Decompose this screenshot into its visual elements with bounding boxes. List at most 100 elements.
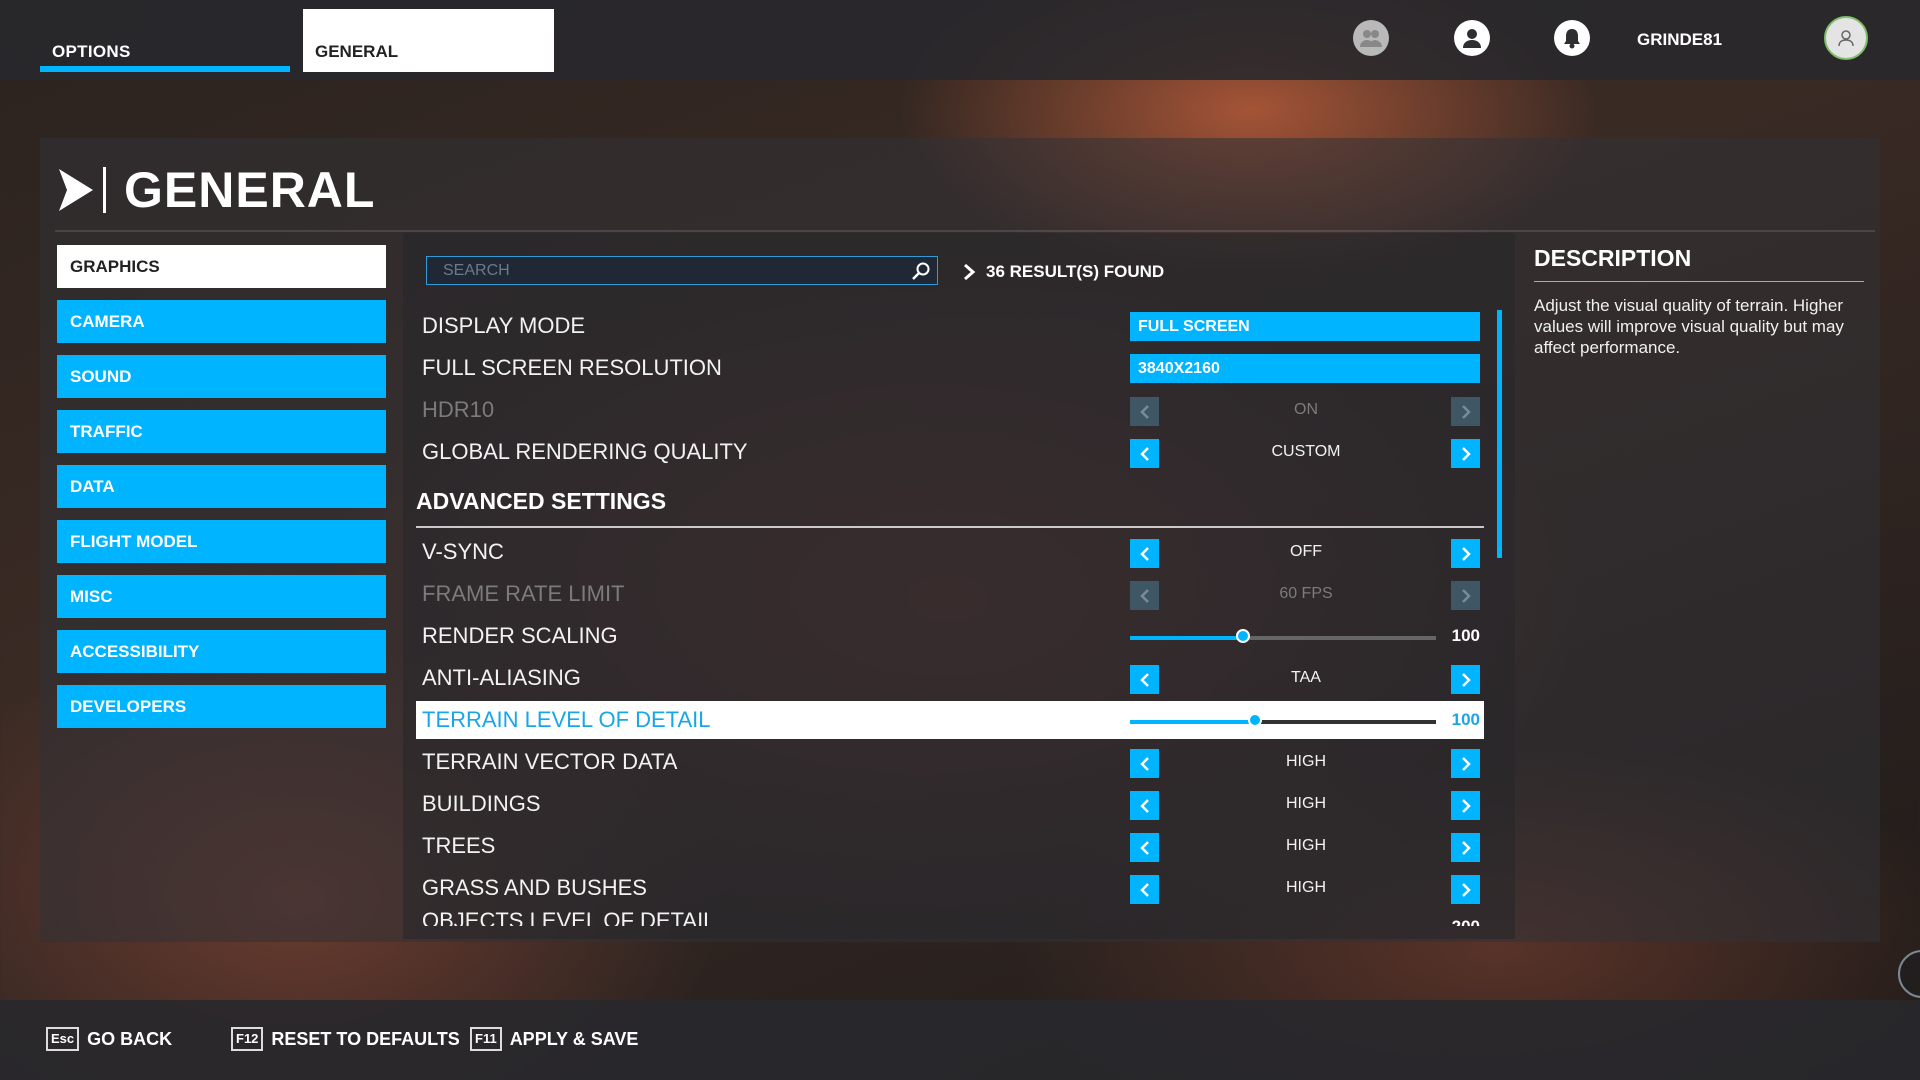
chevron-left-icon[interactable] (1130, 749, 1159, 778)
chevron-right-icon[interactable] (1451, 749, 1480, 778)
key-f11: F11 (470, 1027, 502, 1051)
tab-options[interactable]: OPTIONS (40, 10, 290, 72)
search-icon[interactable] (911, 261, 931, 281)
terrain-lod-slider[interactable] (1130, 713, 1436, 727)
sidebar-item-graphics[interactable]: GRAPHICS (57, 245, 386, 288)
tab-general-label: GENERAL (315, 42, 399, 61)
setting-row-vsync[interactable]: V-SYNC OFF (416, 533, 1484, 571)
slider-handle[interactable] (1248, 713, 1263, 727)
tab-general[interactable]: GENERAL (303, 9, 554, 72)
sidebar-item-misc[interactable]: MISC (57, 575, 386, 618)
chevron-right-icon[interactable] (1451, 439, 1480, 468)
page-title-block: GENERAL (57, 160, 375, 220)
description-title: DESCRIPTION (1534, 245, 1692, 271)
results-label: 36 RESULT(S) FOUND (986, 262, 1165, 281)
friends-icon[interactable] (1353, 20, 1389, 56)
setting-row-terrain-lod[interactable]: TERRAIN LEVEL OF DETAIL 100 (416, 701, 1484, 739)
setting-row-grass-and-bushes[interactable]: GRASS AND BUSHES HIGH (416, 869, 1484, 907)
title-divider (103, 167, 106, 213)
chevron-right-icon[interactable] (1451, 539, 1480, 568)
setting-row-display-mode[interactable]: DISPLAY MODE FULL SCREEN (416, 307, 1484, 345)
search-input[interactable] (427, 257, 897, 284)
scrollbar[interactable] (1497, 310, 1502, 558)
reset-defaults-label: RESET TO DEFAULTS (271, 1028, 460, 1049)
sidebar-item-developers[interactable]: DEVELOPERS (57, 685, 386, 728)
chevron-left-icon[interactable] (1130, 539, 1159, 568)
setting-row-trees[interactable]: TREES HIGH (416, 827, 1484, 865)
chevron-right-icon[interactable] (1451, 791, 1480, 820)
chevron-left-icon[interactable] (1130, 833, 1159, 862)
setting-value: TAA (1291, 669, 1321, 686)
sidebar-item-camera[interactable]: CAMERA (57, 300, 386, 343)
chevron-left-icon[interactable] (1130, 665, 1159, 694)
search-box[interactable] (426, 256, 938, 285)
slider-fill (1130, 636, 1244, 640)
sidebar-item-data[interactable]: DATA (57, 465, 386, 508)
key-f12: F12 (231, 1027, 264, 1051)
slider-value: 100 (1451, 710, 1480, 729)
chevron-right-icon[interactable] (1451, 833, 1480, 862)
slider-handle[interactable] (1236, 629, 1251, 643)
setting-label: OBJECTS LEVEL OF DETAIL (422, 910, 716, 926)
notification-bell-icon[interactable] (1554, 20, 1590, 56)
chevron-left-icon (1130, 581, 1159, 610)
chevron-left-icon[interactable] (1130, 439, 1159, 468)
apply-save-button[interactable]: F11 APPLY & SAVE (470, 1027, 638, 1051)
setting-value: ON (1294, 401, 1318, 418)
setting-value: HIGH (1286, 879, 1326, 896)
reset-defaults-button[interactable]: F12 RESET TO DEFAULTS (231, 1027, 460, 1051)
sidebar-item-sound[interactable]: SOUND (57, 355, 386, 398)
setting-row-render-scaling[interactable]: RENDER SCALING 100 (416, 617, 1484, 655)
setting-label: FRAME RATE LIMIT (422, 581, 625, 606)
setting-label: GRASS AND BUSHES (422, 875, 647, 900)
go-back-label: GO BACK (87, 1028, 173, 1049)
setting-row-hdr10: HDR10 ON (416, 391, 1484, 429)
setting-row-resolution[interactable]: FULL SCREEN RESOLUTION 3840X2160 (416, 349, 1484, 387)
slider-value: 100 (1451, 626, 1480, 645)
setting-label: BUILDINGS (422, 791, 541, 816)
divider (416, 526, 1484, 528)
chevron-right-icon (964, 263, 976, 281)
tab-options-underline (40, 66, 290, 72)
setting-row-global-quality[interactable]: GLOBAL RENDERING QUALITY CUSTOM (416, 433, 1484, 471)
chevron-right-icon[interactable] (1451, 665, 1480, 694)
description-text: Adjust the visual quality of terrain. Hi… (1534, 296, 1844, 357)
setting-row-buildings[interactable]: BUILDINGS HIGH (416, 785, 1484, 823)
go-back-button[interactable]: Esc GO BACK (46, 1027, 172, 1051)
setting-label: GLOBAL RENDERING QUALITY (422, 439, 748, 464)
setting-row-objects-lod[interactable]: OBJECTS LEVEL OF DETAIL 200 (416, 910, 1484, 926)
key-esc: Esc (46, 1027, 80, 1051)
chevron-left-icon (1130, 397, 1159, 426)
chevron-right-icon (1451, 397, 1480, 426)
render-scaling-slider[interactable] (1130, 629, 1436, 643)
sidebar-item-flight-model[interactable]: FLIGHT MODEL (57, 520, 386, 563)
setting-value: CUSTOM (1271, 443, 1341, 460)
sidebar-item-accessibility[interactable]: ACCESSIBILITY (57, 630, 386, 673)
setting-value: HIGH (1286, 795, 1326, 812)
setting-label: RENDER SCALING (422, 623, 618, 648)
username[interactable]: GRINDE81 (1637, 30, 1722, 50)
side-panel-toggle[interactable] (1898, 950, 1920, 998)
setting-row-terrain-vector-data[interactable]: TERRAIN VECTOR DATA HIGH (416, 743, 1484, 781)
setting-value: OFF (1290, 543, 1322, 560)
setting-label: DISPLAY MODE (422, 313, 586, 338)
setting-label: ANTI-ALIASING (422, 665, 581, 690)
display-mode-dropdown[interactable]: FULL SCREEN (1130, 312, 1480, 341)
divider (1534, 281, 1864, 282)
advanced-settings-heading: ADVANCED SETTINGS (416, 488, 667, 514)
chevron-right-icon (1451, 581, 1480, 610)
setting-label: V-SYNC (422, 539, 504, 564)
setting-label: TREES (422, 833, 496, 858)
profile-icon[interactable] (1454, 20, 1490, 56)
chevron-left-icon[interactable] (1130, 875, 1159, 904)
avatar-icon[interactable] (1824, 16, 1868, 60)
chevron-left-icon[interactable] (1130, 791, 1159, 820)
resolution-dropdown[interactable]: 3840X2160 (1130, 354, 1480, 383)
setting-value: 60 FPS (1279, 585, 1333, 602)
setting-value: HIGH (1286, 837, 1326, 854)
chevron-right-icon[interactable] (1451, 875, 1480, 904)
setting-row-frame-rate-limit: FRAME RATE LIMIT 60 FPS (416, 575, 1484, 613)
sidebar-item-traffic[interactable]: TRAFFIC (57, 410, 386, 453)
setting-row-anti-aliasing[interactable]: ANTI-ALIASING TAA (416, 659, 1484, 697)
setting-label: TERRAIN VECTOR DATA (422, 749, 678, 774)
